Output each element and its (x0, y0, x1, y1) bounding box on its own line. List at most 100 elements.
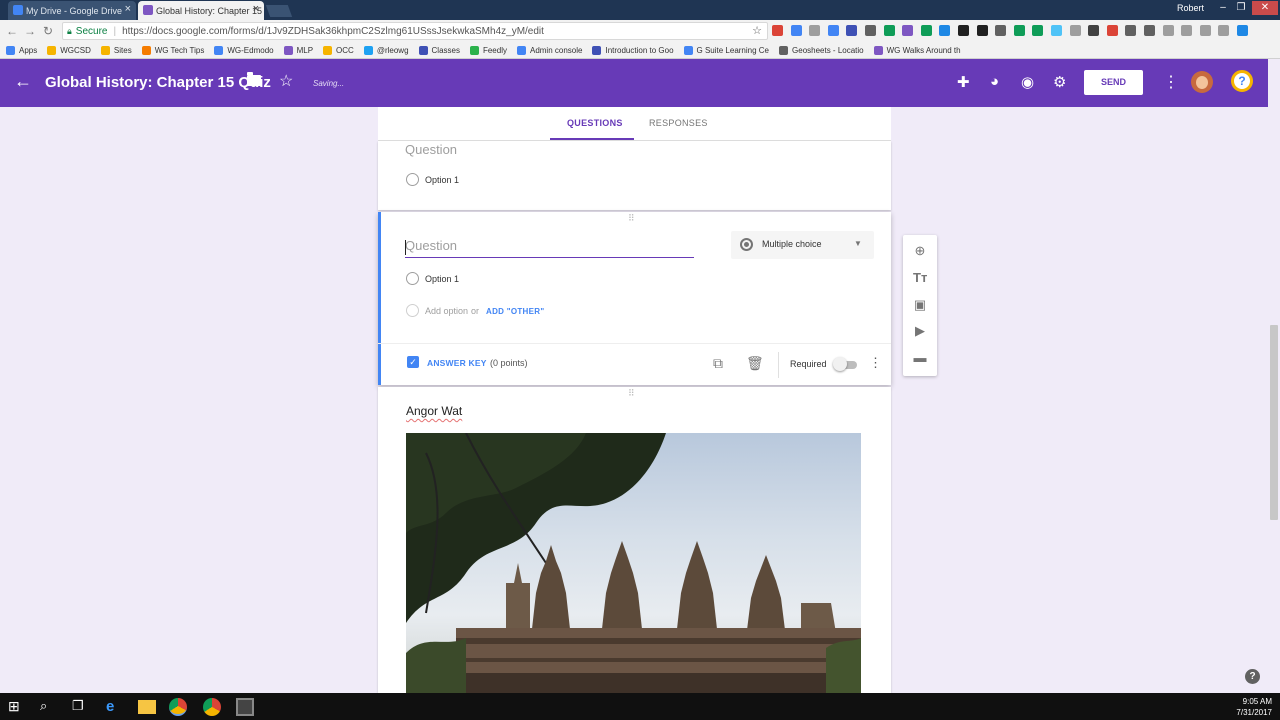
option-label[interactable]: Option 1 (425, 274, 459, 284)
bookmark-item[interactable]: Feedly (469, 45, 507, 55)
bookmark-item[interactable]: Sites (100, 45, 132, 55)
forward-icon[interactable]: → (22, 22, 38, 40)
restore-icon[interactable]: ❐ (1232, 1, 1250, 15)
extension-icon[interactable] (995, 25, 1007, 36)
star-icon[interactable]: ☆ (279, 71, 293, 91)
add-image-icon[interactable]: ▣ (913, 297, 927, 313)
bookmark-item[interactable]: MLP (283, 45, 313, 55)
file-explorer-icon[interactable] (138, 700, 156, 714)
extension-icon[interactable] (772, 25, 783, 36)
extension-icon[interactable] (1106, 25, 1118, 36)
extension-icon[interactable] (790, 25, 802, 36)
extension-icon[interactable] (1199, 25, 1211, 36)
extension-icon[interactable] (1088, 25, 1100, 36)
question-title[interactable]: Question (405, 142, 457, 157)
bookmark-item[interactable]: WG Tech Tips (141, 45, 204, 55)
toggle-knob[interactable] (833, 357, 847, 371)
bookmark-item[interactable]: WGCSD (47, 45, 91, 55)
help-icon[interactable]: ? (1231, 70, 1253, 92)
extension-icon[interactable] (976, 25, 988, 36)
add-title-icon[interactable]: Tт (913, 270, 927, 285)
tab-my-drive[interactable]: My Drive - Google Drive × (8, 1, 136, 20)
bookmark-item[interactable]: WG Walks Around th (873, 45, 961, 55)
extension-icon[interactable] (902, 25, 914, 36)
close-window-icon[interactable]: ✕ (1252, 1, 1278, 15)
extension-icon[interactable] (958, 25, 969, 36)
extension-icon[interactable] (1032, 25, 1044, 36)
extension-icon[interactable] (1162, 25, 1174, 36)
folder-icon[interactable] (247, 72, 261, 86)
close-icon[interactable]: × (125, 3, 131, 15)
extension-icon[interactable] (1069, 25, 1081, 36)
answer-key-button[interactable]: ANSWER KEY (427, 358, 487, 368)
answer-key-checkbox-icon[interactable]: ✓ (407, 356, 419, 368)
more-options-icon[interactable]: ⋮ (869, 355, 882, 371)
reload-icon[interactable]: ↻ (40, 22, 56, 40)
bookmark-item[interactable]: Geosheets - Locatio (779, 45, 864, 55)
preview-eye-icon[interactable]: ◉ (1021, 73, 1034, 91)
bookmark-item[interactable]: WG-Edmodo (214, 45, 274, 55)
extension-icon[interactable] (827, 25, 839, 36)
settings-gear-icon[interactable]: ⚙ (1053, 73, 1066, 91)
bookmark-item[interactable]: Admin console (516, 45, 582, 55)
search-icon[interactable]: ⌕ (40, 698, 58, 716)
addons-puzzle-icon[interactable]: ✚ (957, 73, 970, 91)
chrome-icon[interactable] (203, 698, 221, 716)
new-tab-button[interactable] (265, 5, 293, 17)
bookmark-item[interactable]: @rleowg (363, 45, 409, 55)
extension-icon[interactable] (1125, 25, 1137, 36)
bookmark-star-icon[interactable]: ☆ (752, 24, 762, 37)
bookmark-item[interactable]: Apps (6, 45, 37, 55)
bookmark-item[interactable]: G Suite Learning Ce (683, 45, 769, 55)
scrollbar-thumb[interactable] (1270, 325, 1278, 520)
extension-icon[interactable] (1181, 25, 1193, 36)
angkor-wat-image[interactable] (406, 433, 861, 693)
tab-questions[interactable]: QUESTIONS (567, 118, 623, 128)
duplicate-icon[interactable]: ⧉ (713, 355, 723, 372)
question-type-dropdown[interactable]: Multiple choice ▼ (731, 231, 874, 259)
more-vert-icon[interactable]: ⋮ (1163, 72, 1179, 92)
extension-icon[interactable] (809, 25, 821, 36)
bookmark-item[interactable]: OCC (323, 45, 354, 55)
tab-responses[interactable]: RESPONSES (649, 118, 708, 128)
bookmark-item[interactable]: Classes (418, 45, 460, 55)
extension-icon[interactable] (1144, 25, 1155, 36)
close-icon[interactable]: × (253, 3, 259, 15)
app-icon[interactable] (236, 698, 254, 716)
extension-icon[interactable] (1013, 25, 1025, 36)
image-card[interactable]: ⠿ Angor Wat (378, 387, 891, 693)
option-label[interactable]: Option 1 (425, 175, 459, 185)
avatar[interactable] (1191, 71, 1213, 93)
address-bar[interactable]: 🔒︎ Secure | https://docs.google.com/form… (62, 22, 768, 40)
delete-trash-icon[interactable]: 🗑︎ (746, 355, 764, 372)
extension-icon[interactable] (1051, 25, 1062, 36)
extension-icon[interactable] (1218, 25, 1230, 36)
image-title[interactable]: Angor Wat (406, 404, 462, 418)
add-question-icon[interactable]: ⊕ (913, 243, 927, 259)
task-view-icon[interactable]: ❐ (72, 698, 90, 716)
drag-handle-icon[interactable]: ⠿ (628, 388, 636, 399)
tab-forms[interactable]: Global History: Chapter 15 × (138, 1, 264, 20)
drag-handle-icon[interactable]: ⠿ (628, 213, 636, 224)
extension-icon[interactable] (939, 25, 951, 36)
add-option-link[interactable]: Add option (425, 306, 468, 316)
bookmark-item[interactable]: Introduction to Goo (592, 45, 674, 55)
extension-icon[interactable] (846, 25, 858, 36)
chrome-icon[interactable] (169, 698, 187, 716)
form-title[interactable]: Global History: Chapter 15 Quiz (45, 74, 271, 91)
add-video-icon[interactable]: ▶ (913, 323, 927, 339)
question-card[interactable]: Question Option 1 (378, 141, 891, 210)
active-question-card[interactable]: ⠿ Question Multiple choice ▼ Option 1 Ad… (378, 212, 891, 385)
extension-icon[interactable] (1237, 25, 1248, 36)
extension-icon[interactable] (865, 25, 876, 36)
question-input[interactable]: Question (405, 238, 694, 258)
profile-name[interactable]: Robert (1177, 3, 1204, 13)
back-arrow-icon[interactable]: ← (14, 71, 32, 92)
add-other-button[interactable]: ADD "OTHER" (486, 307, 544, 316)
extension-icon[interactable] (883, 25, 895, 36)
palette-icon[interactable]: ◕ (990, 73, 999, 90)
extension-icon[interactable] (920, 25, 932, 36)
minimize-icon[interactable]: – (1214, 1, 1232, 15)
edge-icon[interactable]: e (106, 698, 124, 716)
add-section-icon[interactable]: ▬ (913, 350, 927, 365)
